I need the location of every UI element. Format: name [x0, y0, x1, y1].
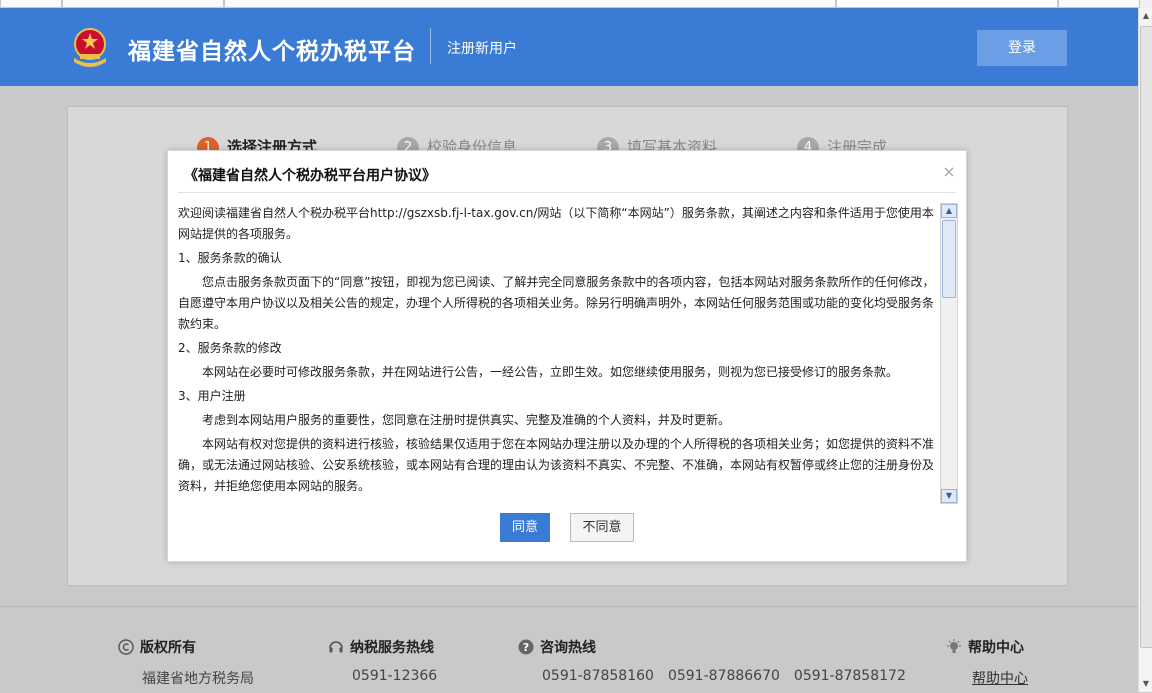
- site-title: 福建省自然人个税办税平台: [128, 39, 416, 65]
- agreement-scrollbar[interactable]: ▲ ▼: [940, 203, 958, 504]
- copyright-icon: [118, 639, 134, 655]
- disagree-button[interactable]: 不同意: [570, 513, 634, 542]
- browser-tab[interactable]: [0, 0, 62, 8]
- agreement-text-area[interactable]: 欢迎阅读福建省自然人个税办税平台http://gszxsb.fj-l-tax.g…: [178, 203, 938, 503]
- login-button[interactable]: 登录: [977, 30, 1067, 66]
- site-footer: 版权所有 福建省地方税务局 纳税服务热线 0591-12366 ? 咨询热线 05…: [0, 606, 1138, 693]
- agreement-section-heading: 4、用户资料及保密: [178, 500, 938, 503]
- page-subtitle: 注册新用户: [447, 41, 517, 57]
- scrollbar-thumb[interactable]: [1140, 26, 1152, 648]
- agreement-paragraph: 本网站在必要时可修改服务条款，并在网站进行公告，一经公告，立即生效。如您继续使用…: [202, 365, 899, 379]
- agreement-paragraph: 欢迎阅读福建省自然人个税办税平台http://gszxsb.fj-l-tax.g…: [178, 206, 934, 241]
- footer-consult-values: 0591-87858160 0591-87886670 0591-87858172: [542, 668, 920, 684]
- agreement-section-heading: 1、服务条款的确认: [178, 251, 282, 265]
- tax-emblem-icon: [74, 28, 106, 67]
- footer-copyright: 版权所有 福建省地方税务局: [118, 638, 254, 688]
- footer-help: 帮助中心 帮助中心: [946, 638, 1028, 688]
- agreement-paragraph: 您点击服务条款页面下的“同意”按钮，即视为您已阅读、了解并完全同意服务条款中的各…: [178, 275, 935, 331]
- agreement-paragraph: 本网站有权对您提供的资料进行核验，核验结果仅适用于您在本网站办理注册以及办理的个…: [178, 437, 935, 493]
- footer-consult-title: 咨询热线: [540, 640, 596, 656]
- lightbulb-icon: [947, 639, 961, 653]
- browser-tab[interactable]: [224, 0, 836, 8]
- browser-tab-active[interactable]: [836, 0, 1058, 8]
- browser-tab[interactable]: [1058, 0, 1140, 8]
- close-icon[interactable]: ×: [942, 164, 956, 180]
- agreement-section-heading: 2、服务条款的修改: [178, 341, 282, 355]
- help-center-link[interactable]: 帮助中心: [972, 668, 1028, 688]
- agree-button[interactable]: 同意: [500, 513, 550, 542]
- scroll-down-arrow-icon[interactable]: ▼: [941, 489, 957, 503]
- footer-help-title: 帮助中心: [968, 640, 1024, 656]
- dialog-divider: [178, 192, 956, 193]
- scroll-up-arrow-icon[interactable]: ▲: [1140, 10, 1152, 22]
- dialog-title: 《福建省自然人个税办税平台用户协议》: [184, 168, 436, 184]
- question-icon: ?: [518, 639, 534, 655]
- scroll-down-arrow-icon[interactable]: ▼: [1140, 678, 1152, 690]
- headset-icon: [329, 641, 343, 653]
- consult-phone: 0591-87858160: [542, 668, 654, 684]
- consult-phone: 0591-87886670: [667, 668, 780, 684]
- agreement-section-heading: 3、用户注册: [178, 389, 246, 403]
- scroll-up-arrow-icon[interactable]: ▲: [941, 204, 957, 218]
- header-divider: [430, 28, 431, 64]
- agreement-paragraph: 考虑到本网站用户服务的重要性，您同意在注册时提供真实、完整及准确的个人资料，并及…: [202, 413, 731, 427]
- footer-copyright-title: 版权所有: [140, 640, 196, 656]
- svg-text:?: ?: [523, 641, 529, 654]
- page-scrollbar[interactable]: ▲ ▼: [1138, 8, 1152, 692]
- footer-consult: ? 咨询热线 0591-87858160 0591-87886670 0591-878…: [518, 638, 920, 684]
- scrollbar-thumb[interactable]: [942, 220, 956, 298]
- browser-tab[interactable]: [62, 0, 224, 8]
- footer-hotline-value: 0591-12366: [352, 668, 438, 684]
- footer-hotline-title: 纳税服务热线: [350, 640, 434, 656]
- footer-hotline: 纳税服务热线 0591-12366: [328, 638, 437, 684]
- footer-copyright-value: 福建省地方税务局: [142, 671, 254, 687]
- consult-phone: 0591-87858172: [793, 668, 906, 684]
- user-agreement-dialog: 《福建省自然人个税办税平台用户协议》 × 欢迎阅读福建省自然人个税办税平台htt…: [167, 150, 967, 562]
- site-header: 福建省自然人个税办税平台 注册新用户 登录: [0, 8, 1138, 86]
